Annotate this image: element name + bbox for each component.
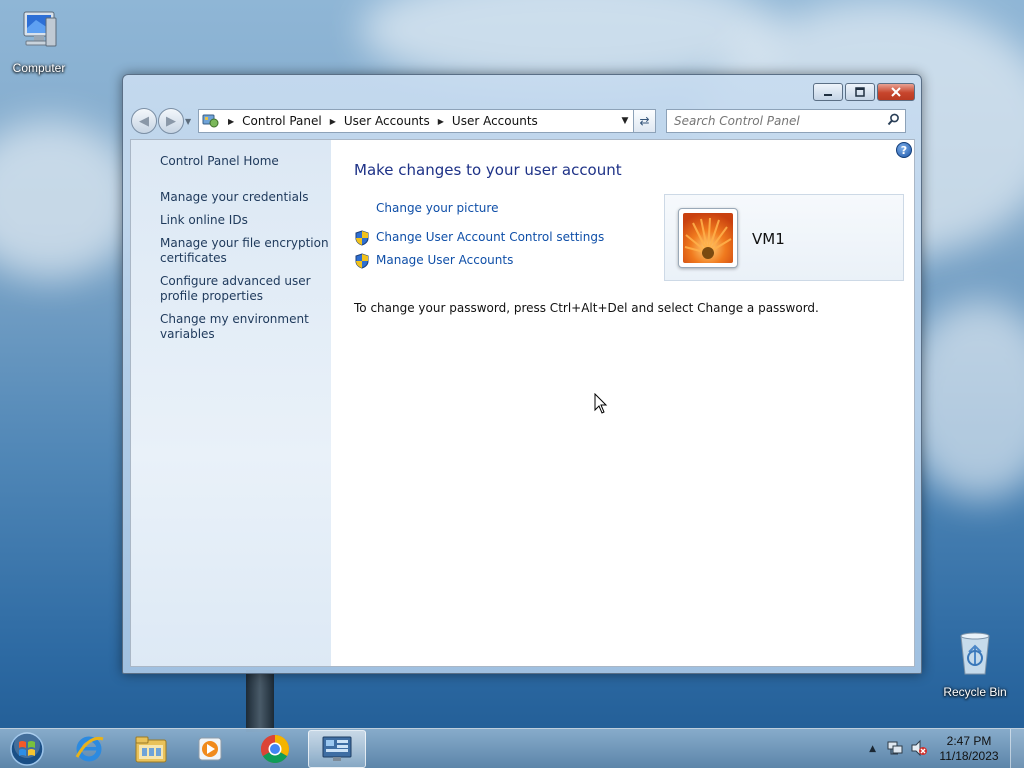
search-icon[interactable]: [887, 113, 900, 129]
clock-date: 11/18/2023: [939, 749, 999, 763]
taskbar-clock[interactable]: 2:47 PM 11/18/2023: [934, 734, 1004, 764]
account-picture-frame[interactable]: [678, 208, 738, 268]
media-player-icon: [198, 737, 222, 761]
user-accounts-window: ◀ ▶ ▼ ▶ Control Panel ▶ User Accounts ▶ …: [122, 74, 922, 674]
show-hidden-icons-icon[interactable]: ▲: [869, 744, 876, 754]
start-button[interactable]: [6, 731, 48, 767]
back-arrow-icon: ◀: [139, 113, 149, 129]
desktop-icon-label: Computer: [12, 61, 66, 75]
refresh-button[interactable]: ⇄: [634, 109, 656, 133]
network-icon[interactable]: [886, 739, 904, 760]
desktop-icon-label: Recycle Bin: [943, 685, 1007, 699]
breadcrumb-separator-icon[interactable]: ▶: [224, 117, 238, 126]
sidebar-item-control-panel-home[interactable]: Control Panel Home: [160, 154, 330, 169]
sidebar-item-manage-credentials[interactable]: Manage your credentials: [160, 190, 330, 205]
breadcrumb-control-panel[interactable]: Control Panel: [238, 114, 326, 128]
minimize-icon: [824, 94, 832, 96]
search-input[interactable]: [674, 114, 882, 128]
forward-arrow-icon: ▶: [166, 113, 176, 129]
help-icon[interactable]: ?: [896, 142, 912, 158]
flower-avatar-icon: [683, 213, 733, 263]
control-panel-small-icon: [202, 113, 220, 129]
restore-button[interactable]: [845, 83, 875, 101]
recycle-bin-icon: [939, 630, 1011, 681]
clock-time: 2:47 PM: [946, 734, 992, 748]
close-button[interactable]: [877, 83, 915, 101]
restore-icon: [855, 87, 865, 97]
volume-muted-icon[interactable]: [910, 739, 928, 760]
taskbar-internet-explorer[interactable]: [60, 730, 118, 768]
minimize-button[interactable]: [813, 83, 843, 101]
breadcrumb-separator-icon[interactable]: ▶: [326, 117, 340, 126]
sidebar-item-file-encryption[interactable]: Manage your file encryption certificates: [160, 236, 330, 266]
sidebar-item-environment-variables[interactable]: Change my environment variables: [160, 312, 330, 342]
recent-pages-dropdown[interactable]: ▼: [185, 117, 195, 126]
back-button[interactable]: ◀: [131, 108, 157, 134]
computer-icon: [3, 8, 75, 57]
file-explorer-icon: [135, 736, 167, 763]
password-instructions: To change your password, press Ctrl+Alt+…: [354, 301, 819, 315]
tower-pole: [246, 670, 274, 732]
search-box[interactable]: [666, 109, 906, 133]
windows-orb-icon: [10, 732, 44, 766]
breadcrumb-user-accounts-current[interactable]: User Accounts: [448, 114, 542, 128]
forward-button[interactable]: ▶: [158, 108, 184, 134]
change-picture-link[interactable]: Change your picture: [376, 201, 498, 215]
desktop-icon-recycle-bin[interactable]: Recycle Bin: [939, 630, 1011, 699]
sidebar-item-advanced-profile[interactable]: Configure advanced user profile properti…: [160, 274, 330, 304]
cloud: [0, 120, 140, 280]
manage-user-accounts-link[interactable]: Manage User Accounts: [376, 253, 513, 267]
address-bar[interactable]: ▶ Control Panel ▶ User Accounts ▶ User A…: [198, 109, 634, 133]
page-title: Make changes to your user account: [354, 161, 622, 179]
refresh-icon: ⇄: [639, 114, 650, 128]
show-desktop-button[interactable]: [1010, 729, 1024, 768]
main-pane: ? Make changes to your user account Chan…: [331, 140, 914, 666]
close-icon: [891, 87, 901, 97]
system-tray: ▲ 2:47 PM 11/18/2023: [869, 729, 1024, 768]
taskbar: ▲ 2:47 PM 11/18/2023: [0, 728, 1024, 768]
address-dropdown-icon[interactable]: ▼: [617, 116, 633, 126]
breadcrumb-user-accounts[interactable]: User Accounts: [340, 114, 434, 128]
taskbar-media-player[interactable]: [182, 730, 240, 768]
taskbar-chrome[interactable]: [246, 730, 304, 768]
task-sidebar: Control Panel Home Manage your credentia…: [131, 140, 331, 666]
caption-buttons: [813, 83, 915, 101]
breadcrumb-separator-icon[interactable]: ▶: [434, 117, 448, 126]
desktop-icon-computer[interactable]: Computer: [3, 8, 75, 75]
uac-shield-icon: [354, 253, 370, 269]
account-name: VM1: [752, 230, 785, 248]
sidebar-item-link-online-ids[interactable]: Link online IDs: [160, 213, 330, 228]
navigation-bar: ◀ ▶ ▼ ▶ Control Panel ▶ User Accounts ▶ …: [131, 108, 913, 134]
uac-shield-icon: [354, 230, 370, 246]
taskbar-file-explorer[interactable]: [122, 730, 180, 768]
taskbar-control-panel[interactable]: [308, 730, 366, 768]
content-area: Control Panel Home Manage your credentia…: [130, 139, 915, 667]
internet-explorer-icon: [75, 736, 104, 762]
account-tile: VM1: [664, 194, 904, 281]
chrome-icon: [261, 735, 289, 763]
mouse-cursor-icon: [594, 392, 608, 418]
control-panel-icon: [322, 736, 352, 761]
uac-settings-link[interactable]: Change User Account Control settings: [376, 230, 604, 244]
